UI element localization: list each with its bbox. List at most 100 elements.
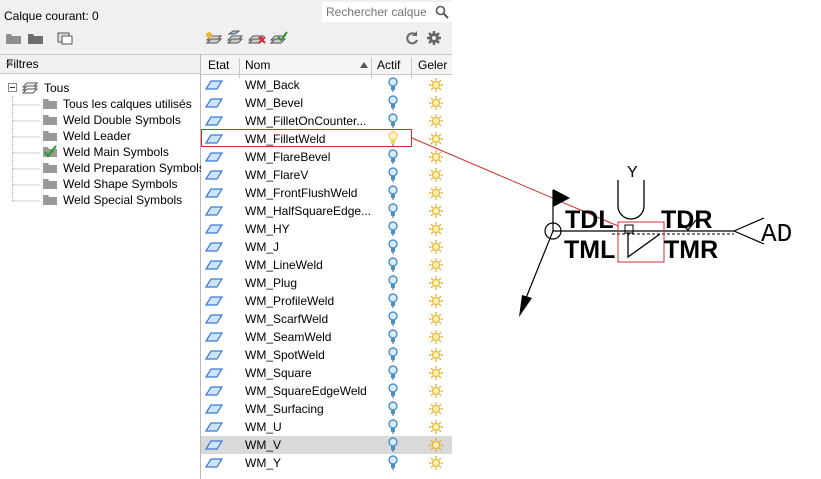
layer-state-icon[interactable]: [205, 332, 223, 342]
sun-icon[interactable]: [428, 131, 444, 147]
refresh-icon[interactable]: [403, 30, 421, 46]
layer-row[interactable]: WM_ScarfWeld: [201, 310, 452, 328]
new-group-filter-icon[interactable]: [27, 30, 45, 46]
lightbulb-icon[interactable]: [387, 221, 399, 237]
layer-state-icon[interactable]: [205, 170, 223, 180]
layer-row[interactable]: WM_Plug: [201, 274, 452, 292]
layer-row[interactable]: WM_FilletOnCounter...: [201, 112, 452, 130]
search-input[interactable]: [326, 4, 426, 19]
layer-row[interactable]: WM_Y: [201, 454, 452, 472]
minus-toggle-icon[interactable]: [8, 83, 17, 92]
layer-name[interactable]: WM_Back: [245, 78, 300, 92]
layer-state-icon[interactable]: [205, 314, 223, 324]
layer-name[interactable]: WM_J: [245, 240, 279, 254]
layer-name[interactable]: WM_Bevel: [245, 96, 303, 110]
lightbulb-icon[interactable]: [387, 257, 399, 273]
delete-layer-icon[interactable]: [248, 30, 266, 46]
column-separator[interactable]: [239, 58, 240, 78]
layer-name[interactable]: WM_Square: [245, 366, 312, 380]
sun-icon[interactable]: [428, 293, 444, 309]
sun-icon[interactable]: [428, 419, 444, 435]
layer-name[interactable]: WM_V: [245, 438, 281, 452]
layer-state-icon[interactable]: [205, 386, 223, 396]
lightbulb-icon[interactable]: [387, 437, 399, 453]
lightbulb-icon[interactable]: [387, 329, 399, 345]
column-header-state[interactable]: Etat: [208, 58, 229, 72]
lightbulb-icon[interactable]: [387, 293, 399, 309]
layer-state-icon[interactable]: [205, 368, 223, 378]
sun-icon[interactable]: [428, 347, 444, 363]
collapse-icon[interactable]: «: [6, 55, 194, 70]
sun-icon[interactable]: [428, 275, 444, 291]
layer-row[interactable]: WM_FrontFlushWeld: [201, 184, 452, 202]
layer-name[interactable]: WM_Plug: [245, 276, 297, 290]
layer-row[interactable]: WM_U: [201, 418, 452, 436]
column-separator[interactable]: [411, 58, 412, 78]
new-layer-icon[interactable]: [204, 30, 222, 46]
lightbulb-icon[interactable]: [387, 203, 399, 219]
column-header-name[interactable]: Nom: [245, 58, 270, 72]
layer-state-icon[interactable]: [205, 206, 223, 216]
layer-row[interactable]: WM_SeamWeld: [201, 328, 452, 346]
lightbulb-icon[interactable]: [387, 383, 399, 399]
column-header-freeze[interactable]: Geler: [418, 58, 447, 72]
settings-icon[interactable]: [425, 30, 443, 46]
layer-name[interactable]: WM_SquareEdgeWeld: [245, 384, 367, 398]
layer-state-icon[interactable]: [205, 458, 223, 468]
layer-row[interactable]: WM_V: [201, 436, 452, 454]
layer-row[interactable]: WM_Bevel: [201, 94, 452, 112]
layer-name[interactable]: WM_SpotWeld: [245, 348, 325, 362]
new-property-filter-icon[interactable]: [5, 30, 23, 46]
sun-icon[interactable]: [428, 167, 444, 183]
sun-icon[interactable]: [428, 203, 444, 219]
set-current-icon[interactable]: [270, 30, 288, 46]
layer-row[interactable]: WM_SpotWeld: [201, 346, 452, 364]
lightbulb-icon[interactable]: [387, 167, 399, 183]
layer-name[interactable]: WM_ProfileWeld: [245, 294, 334, 308]
layer-name[interactable]: WM_Surfacing: [245, 402, 324, 416]
lightbulb-icon[interactable]: [387, 77, 399, 93]
search-box[interactable]: [322, 2, 452, 22]
sun-icon[interactable]: [428, 95, 444, 111]
lightbulb-icon[interactable]: [387, 365, 399, 381]
new-layer-vp-frozen-icon[interactable]: [226, 30, 244, 46]
sun-icon[interactable]: [428, 365, 444, 381]
tree-root-all[interactable]: Tous: [8, 80, 168, 96]
lightbulb-icon[interactable]: [387, 149, 399, 165]
layer-name[interactable]: WM_ScarfWeld: [245, 312, 328, 326]
layer-state-icon[interactable]: [205, 350, 223, 360]
layer-state-icon[interactable]: [205, 422, 223, 432]
lightbulb-icon[interactable]: [387, 239, 399, 255]
layer-states-manager-icon[interactable]: [56, 30, 74, 46]
lightbulb-icon[interactable]: [387, 347, 399, 363]
layer-state-icon[interactable]: [205, 260, 223, 270]
column-separator[interactable]: [371, 58, 372, 78]
layer-name[interactable]: WM_FrontFlushWeld: [245, 186, 357, 200]
layer-row[interactable]: WM_ProfileWeld: [201, 292, 452, 310]
layer-state-icon[interactable]: [205, 152, 223, 162]
sun-icon[interactable]: [428, 437, 444, 453]
layer-name[interactable]: WM_HY: [245, 222, 290, 236]
layer-state-icon[interactable]: [205, 278, 223, 288]
layer-state-icon[interactable]: [205, 188, 223, 198]
sun-icon[interactable]: [428, 329, 444, 345]
layer-row[interactable]: WM_FlareBevel: [201, 148, 452, 166]
lightbulb-icon[interactable]: [387, 419, 399, 435]
sun-icon[interactable]: [428, 383, 444, 399]
layer-name[interactable]: WM_U: [245, 420, 282, 434]
lightbulb-icon[interactable]: [387, 455, 399, 471]
layer-state-icon[interactable]: [205, 440, 223, 450]
lightbulb-icon[interactable]: [387, 185, 399, 201]
layer-row[interactable]: WM_LineWeld: [201, 256, 452, 274]
column-header-active[interactable]: Actif: [377, 58, 400, 72]
sun-icon[interactable]: [428, 311, 444, 327]
layer-state-icon[interactable]: [205, 80, 223, 90]
sun-icon[interactable]: [428, 257, 444, 273]
layer-row[interactable]: WM_J: [201, 238, 452, 256]
sun-icon[interactable]: [428, 113, 444, 129]
layer-state-icon[interactable]: [205, 116, 223, 126]
lightbulb-icon[interactable]: [387, 95, 399, 111]
layer-state-icon[interactable]: [205, 242, 223, 252]
layer-state-icon[interactable]: [205, 224, 223, 234]
layer-state-icon[interactable]: [205, 404, 223, 414]
